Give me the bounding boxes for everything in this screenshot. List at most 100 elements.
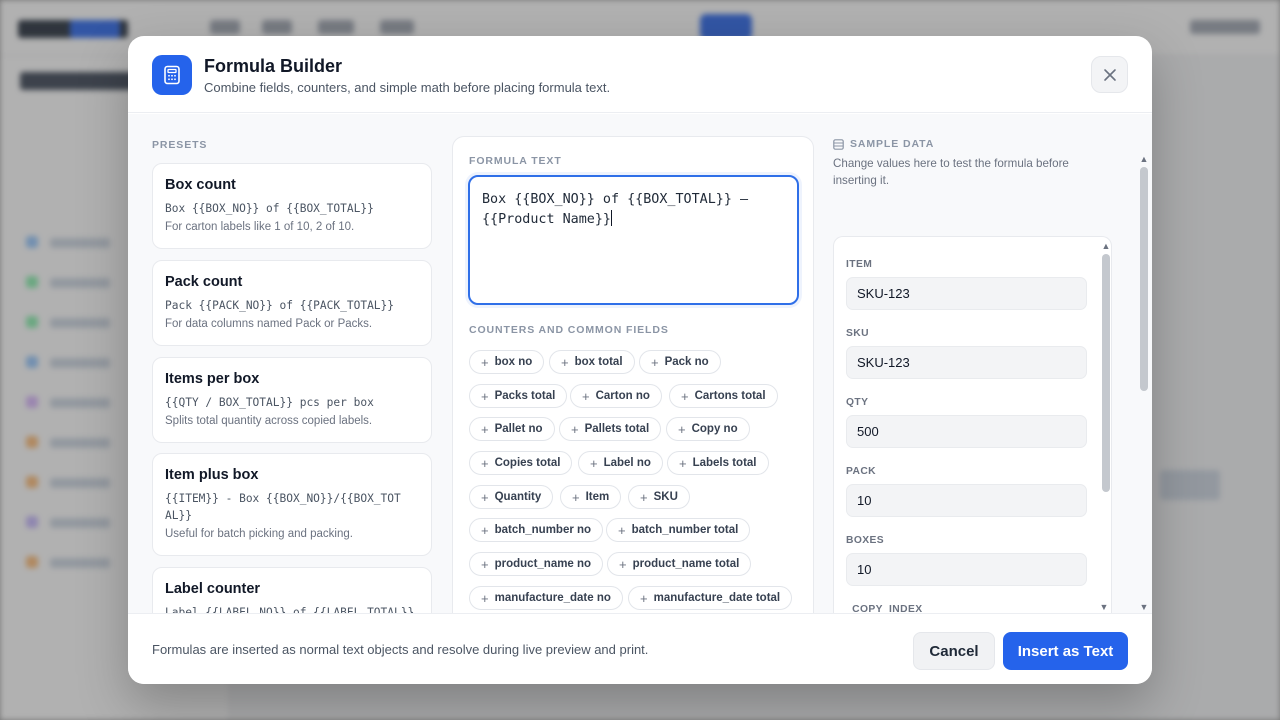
preset-name: Pack count: [165, 274, 243, 290]
chip-item[interactable]: + Item: [560, 485, 622, 509]
chip-label: Packs total: [494, 390, 556, 402]
chip-label: manufacture_date no: [494, 592, 611, 604]
preset-item-plus-box[interactable]: Item plus box {{ITEM}} - Box {{BOX_NO}}/…: [152, 453, 432, 556]
chip-label: Labels total: [692, 457, 757, 469]
chip-label: Quantity: [494, 491, 542, 503]
chip-label: batch_number no: [494, 524, 592, 536]
chip-product-name-total[interactable]: + product_name total: [607, 552, 752, 576]
plus-icon: +: [481, 489, 489, 505]
dialog-footer: Formulas are inserted as normal text obj…: [128, 613, 1152, 684]
preset-code: {{ITEM}} - Box {{BOX_NO}}/{{BOX_TOTAL}}: [165, 492, 401, 522]
plus-icon: +: [481, 455, 489, 471]
qty-field[interactable]: 500: [846, 415, 1087, 448]
chip-sku[interactable]: + SKU: [628, 485, 690, 509]
scroll-up-icon[interactable]: ▲: [1101, 241, 1111, 251]
chip-label: product_name no: [494, 558, 592, 570]
chip-label-no[interactable]: + Label no: [578, 451, 663, 475]
plus-icon: +: [679, 455, 687, 471]
preset-box-count[interactable]: Box count Box {{BOX_NO}} of {{BOX_TOTAL}…: [152, 163, 432, 249]
chip-label: Pack no: [664, 356, 709, 368]
scroll-up-icon[interactable]: ▲: [1139, 154, 1149, 164]
chip-labels-total[interactable]: + Labels total: [667, 451, 769, 475]
chip-label: Item: [585, 491, 610, 503]
formula-line: Box {{BOX_NO}} of {{BOX_TOTAL}} —: [482, 192, 749, 207]
formula-line-text: {{Product Name}}: [482, 212, 611, 227]
formula-panel: FORMULA TEXT Box {{BOX_NO}} of {{BOX_TOT…: [452, 136, 814, 613]
field-label-item: ITEM: [846, 259, 873, 270]
chip-manufacture-date-total[interactable]: + manufacture_date total: [628, 586, 793, 610]
chip-quantity[interactable]: + Quantity: [469, 485, 554, 509]
chip-pack-no[interactable]: + Pack no: [639, 350, 721, 374]
chip-product-name-no[interactable]: + product_name no: [469, 552, 604, 576]
sample-data-description: Change values here to test the formula b…: [833, 157, 1069, 187]
chip-label: Cartons total: [694, 390, 766, 402]
chip-cartons-total[interactable]: + Cartons total: [669, 384, 778, 408]
table-icon: [833, 138, 844, 150]
footer-note: Formulas are inserted as normal text obj…: [152, 642, 649, 657]
formula-text-input[interactable]: Box {{BOX_NO}} of {{BOX_TOTAL}} — {{Prod…: [468, 175, 799, 305]
chip-box-total[interactable]: + box total: [549, 350, 635, 374]
plus-icon: +: [481, 421, 489, 437]
plus-icon: +: [582, 388, 590, 404]
chip-label: Label no: [603, 457, 651, 469]
sample-data-scrollbar[interactable]: [1102, 254, 1110, 492]
chip-batch-number-total[interactable]: + batch_number total: [606, 518, 751, 542]
field-label-boxes: BOXES: [846, 535, 885, 546]
sample-data-title: SAMPLE DATA: [850, 138, 935, 150]
plus-icon: +: [481, 522, 489, 538]
scroll-down-icon[interactable]: ▼: [1099, 602, 1109, 612]
preset-description: For data columns named Pack or Packs.: [165, 318, 373, 330]
plus-icon: +: [481, 388, 489, 404]
plus-icon: +: [651, 354, 659, 370]
plus-icon: +: [571, 421, 579, 437]
plus-icon: +: [481, 590, 489, 606]
field-label-copy-index: _COPY_INDEX: [846, 604, 923, 613]
chip-copies-total[interactable]: + Copies total: [469, 451, 573, 475]
text-caret: [611, 210, 612, 226]
field-label-qty: QTY: [846, 397, 869, 408]
preset-items-per-box[interactable]: Items per box {{QTY / BOX_TOTAL}} pcs pe…: [152, 357, 432, 443]
chip-batch-number-no[interactable]: + batch_number no: [469, 518, 604, 542]
close-button[interactable]: [1091, 56, 1128, 93]
chip-packs-total[interactable]: + Packs total: [469, 384, 568, 408]
chip-label: box no: [494, 356, 533, 368]
formula-line: {{Product Name}}: [482, 210, 785, 230]
item-field[interactable]: SKU-123: [846, 277, 1087, 310]
chip-carton-no[interactable]: + Carton no: [570, 384, 662, 408]
counters-heading: COUNTERS AND COMMON FIELDS: [469, 324, 669, 336]
chip-pallets-total[interactable]: + Pallets total: [559, 417, 662, 441]
sample-data-heading: SAMPLE DATA: [833, 138, 934, 150]
plus-icon: +: [681, 388, 689, 404]
chip-label: Pallet no: [494, 423, 543, 435]
preset-name: Items per box: [165, 371, 260, 387]
boxes-field[interactable]: 10: [846, 553, 1087, 586]
chip-label: manufacture_date total: [653, 592, 781, 604]
chip-copy-no[interactable]: + Copy no: [666, 417, 750, 441]
sku-field[interactable]: SKU-123: [846, 346, 1087, 379]
plus-icon: +: [640, 489, 648, 505]
presets-heading: PRESETS: [152, 139, 208, 151]
formula-text-heading: FORMULA TEXT: [469, 155, 562, 167]
chip-manufacture-date-no[interactable]: + manufacture_date no: [469, 586, 623, 610]
chip-box-no[interactable]: + box no: [469, 350, 545, 374]
pack-field[interactable]: 10: [846, 484, 1087, 517]
preset-name: Item plus box: [165, 467, 259, 483]
preset-code: Pack {{PACK_NO}} of {{PACK_TOTAL}}: [165, 299, 395, 312]
chip-pallet-no[interactable]: + Pallet no: [469, 417, 555, 441]
plus-icon: +: [590, 455, 598, 471]
dialog-title: Formula Builder: [204, 56, 343, 76]
field-label-pack: PACK: [846, 466, 877, 477]
plus-icon: +: [481, 556, 489, 572]
plus-icon: +: [572, 489, 580, 505]
cancel-button[interactable]: Cancel: [913, 632, 995, 670]
insert-as-text-button[interactable]: Insert as Text: [1003, 632, 1128, 670]
scroll-down-icon[interactable]: ▼: [1139, 602, 1149, 612]
preset-description: Useful for batch picking and packing.: [165, 528, 353, 540]
dialog-subtitle: Combine fields, counters, and simple mat…: [204, 80, 611, 95]
dialog-scrollbar[interactable]: [1140, 167, 1148, 391]
close-icon: [1103, 68, 1116, 81]
preset-pack-count[interactable]: Pack count Pack {{PACK_NO}} of {{PACK_TO…: [152, 260, 432, 346]
formula-builder-dialog: Formula Builder Combine fields, counters…: [128, 36, 1152, 684]
chip-label: batch_number total: [631, 524, 739, 536]
plus-icon: +: [619, 556, 627, 572]
